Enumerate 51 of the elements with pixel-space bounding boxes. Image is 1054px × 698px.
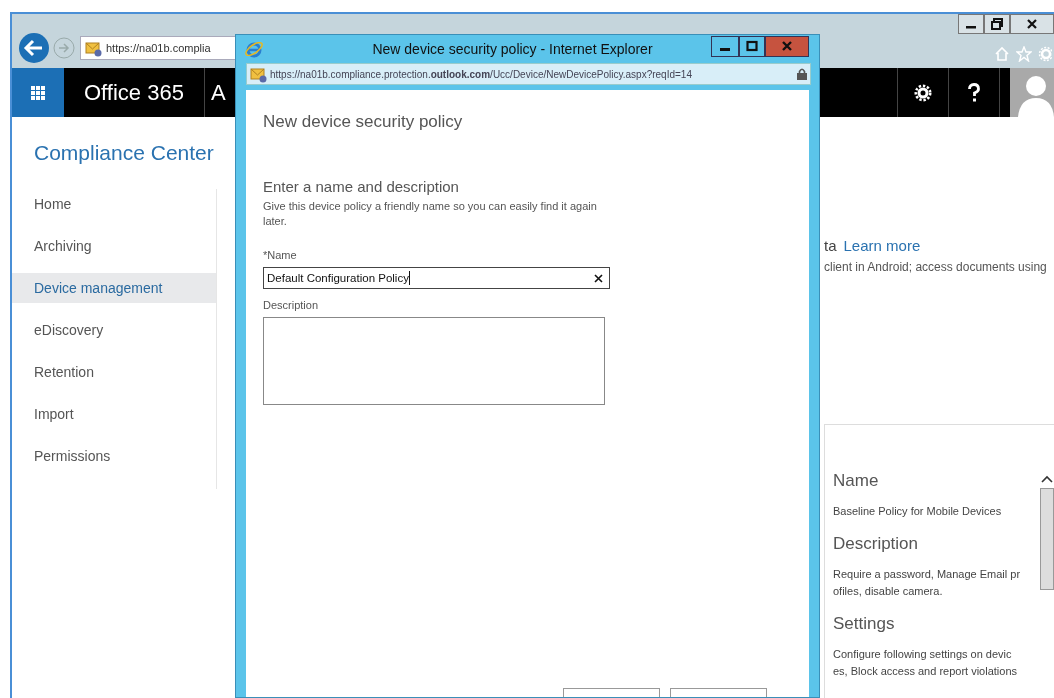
suite-label[interactable]: A [204,79,226,106]
app-name[interactable]: Office 365 [64,79,204,106]
field-label: Description [263,299,320,311]
lock-icon [797,68,807,80]
clear-icon[interactable] [594,273,603,283]
page-icon [250,65,267,83]
scrollbar-thumb[interactable] [1040,488,1054,590]
maximize-button[interactable] [739,36,765,57]
minimize-button[interactable] [958,14,984,34]
close-button[interactable] [1010,14,1054,34]
section-heading: Name [833,471,880,491]
description-text: client in Android; access documents using [824,259,1048,274]
text-fragment: ta [824,237,837,254]
app-title: Compliance Center [33,140,215,166]
section-heading: Description [833,534,920,554]
detail-text: es, Block access and report violations [833,664,1019,679]
minimize-button[interactable] [711,36,739,57]
restore-button[interactable] [984,14,1010,34]
nav-item[interactable]: Archiving [12,231,216,261]
dialog-heading: New device security policy [263,112,464,132]
address-text: https://na01b.compliance.protection.outlook.com/Ucc/Device/NewDevicePolicy.aspx?reqId=14 [270,68,693,80]
nav-item[interactable]: Retention [12,357,216,387]
nav-item[interactable]: Home [12,189,216,219]
address-text: https://na01b.complia [106,42,211,54]
section-heading: Settings [833,614,896,634]
window-title: New device security policy - Internet Explorer [371,41,654,57]
star-icon[interactable] [1016,46,1032,62]
nav-item[interactable]: Import [12,399,216,429]
dialog-button[interactable] [563,688,660,697]
settings-icon[interactable] [914,83,932,102]
field-label: *Name [263,249,298,261]
name-field[interactable]: Default Configuration Policy [263,267,610,289]
learn-more-link[interactable]: Learn more [843,237,921,254]
address-field[interactable]: https://na01b.compliance.protection.outlook.com/Ucc/Device/NewDevicePolicy.aspx?reqId=14 [246,63,811,85]
help-icon[interactable] [967,82,981,103]
scroll-up-icon[interactable] [1041,475,1053,483]
detail-text: Configure following settings on devic [833,647,1013,662]
detail-text: Require a password, Manage Email pr [833,567,1022,582]
nav-item[interactable]: eDiscovery [12,315,216,345]
section-title: Enter a name and description [263,178,460,195]
nav-item[interactable]: Permissions [12,441,216,471]
page-icon [85,39,102,57]
help-text: Give this device policy a friendly name so you can easily find it again later. [263,199,598,229]
dialog-button[interactable] [670,688,767,697]
app-launcher-icon[interactable] [12,68,64,117]
description-field[interactable] [263,317,605,405]
browser-logo-icon [244,39,264,59]
detail-text: Baseline Policy for Mobile Devices [833,504,1003,519]
back-button[interactable] [18,32,50,64]
nav-item[interactable]: Device management [12,273,216,303]
detail-text: ofiles, disable camera. [833,584,944,599]
